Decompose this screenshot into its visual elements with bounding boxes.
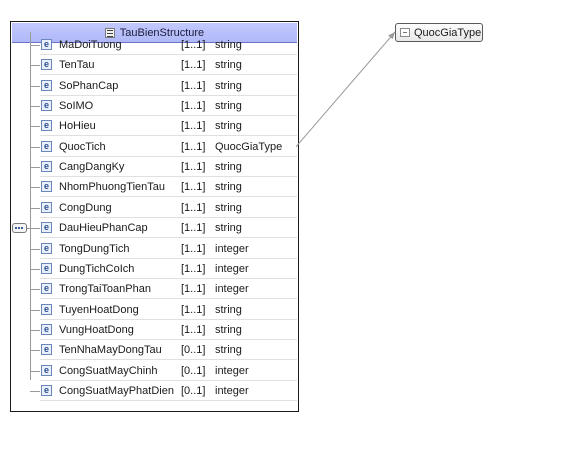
type-reference-link (295, 31, 396, 148)
type-reference-line (295, 31, 396, 148)
